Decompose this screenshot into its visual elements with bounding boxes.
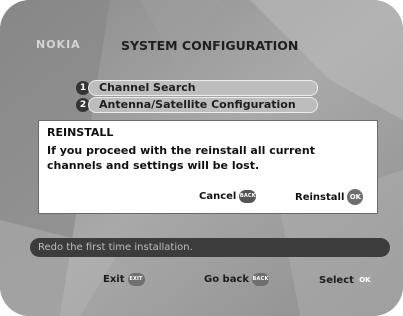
- ok-key-icon: OK: [356, 272, 373, 288]
- back-key-icon: BACK: [239, 189, 257, 203]
- exit-hint[interactable]: Exit EXIT: [103, 272, 145, 288]
- brand-logo: NOKIA: [36, 38, 81, 51]
- help-text: Redo the first time installation.: [38, 242, 193, 253]
- reinstall-button[interactable]: Reinstall OK: [295, 189, 364, 205]
- exit-label: Exit: [103, 274, 125, 285]
- page-title: SYSTEM CONFIGURATION: [121, 38, 299, 53]
- reinstall-label: Reinstall: [295, 192, 345, 203]
- go-back-hint[interactable]: Go back BACK: [204, 272, 270, 288]
- dialog-message: If you proceed with the reinstall all cu…: [47, 144, 315, 172]
- help-bar: Redo the first time installation.: [30, 238, 390, 257]
- back-key-icon: BACK: [252, 272, 270, 286]
- select-label: Select: [319, 275, 354, 286]
- cancel-button[interactable]: Cancel BACK: [199, 189, 257, 205]
- exit-key-icon: EXIT: [127, 272, 145, 286]
- go-back-label: Go back: [204, 274, 250, 285]
- dialog-title: REINSTALL: [47, 126, 114, 139]
- ok-key-icon: OK: [347, 189, 364, 205]
- menu-item-label: Antenna/Satellite Configuration: [88, 97, 318, 113]
- cancel-label: Cancel: [199, 191, 237, 202]
- tv-screen: NOKIA SYSTEM CONFIGURATION 1 Channel Sea…: [0, 0, 403, 316]
- menu-item-label: Channel Search: [88, 80, 318, 96]
- select-hint[interactable]: Select OK: [319, 272, 373, 288]
- reinstall-dialog: REINSTALL If you proceed with the reinst…: [38, 120, 378, 214]
